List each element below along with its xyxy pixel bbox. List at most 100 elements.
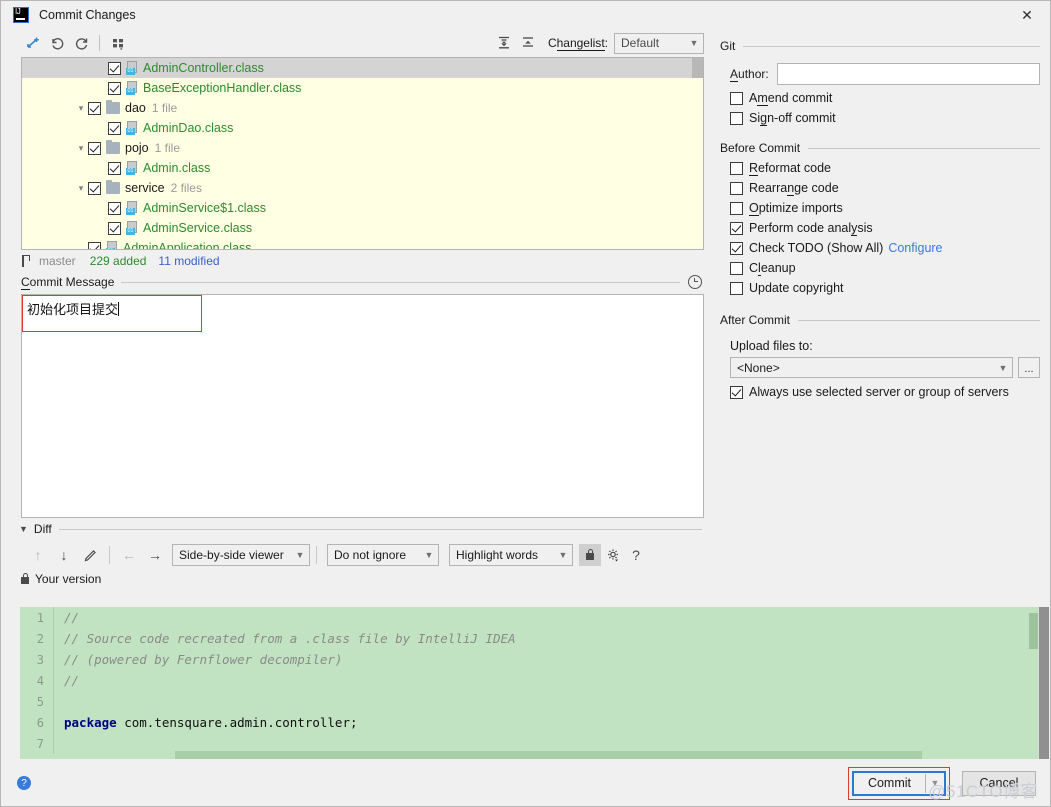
author-row: Author:: [730, 63, 1040, 85]
folder-icon: [106, 100, 120, 114]
gutter-divider: [53, 649, 54, 670]
gear-icon[interactable]: [601, 544, 625, 566]
tree-row-checkbox[interactable]: [108, 61, 121, 75]
git-group-title: Git: [720, 39, 736, 53]
arrow-right-icon[interactable]: →: [142, 544, 168, 566]
tree-row-checkbox[interactable]: [108, 201, 121, 215]
tree-row-checkbox[interactable]: [88, 241, 101, 249]
before-commit-title: Before Commit: [720, 141, 801, 155]
tree-row[interactable]: 01 AdminController.class: [22, 58, 692, 78]
amend-commit-checkbox[interactable]: Amend commit: [730, 91, 1040, 106]
upload-target-row: <None> ▼ ...: [730, 357, 1040, 378]
check-todo-checkbox[interactable]: Check TODO (Show All) Configure: [730, 241, 1040, 255]
commit-message-header: Commit Message: [1, 272, 712, 292]
tree-scrollbar-thumb[interactable]: [692, 58, 703, 78]
expand-all-icon[interactable]: [492, 32, 516, 54]
viewer-mode-select[interactable]: Side-by-side viewer ▼: [172, 544, 310, 566]
close-icon[interactable]: ✕: [1004, 1, 1050, 29]
check-todo-configure-link[interactable]: Configure: [888, 241, 942, 255]
sign-off-commit-checkbox[interactable]: Sign-off commit: [730, 111, 1040, 126]
class-file-icon: 01: [126, 81, 139, 95]
arrow-left-icon[interactable]: ←: [116, 544, 142, 566]
tree-row[interactable]: ▾ service 2 files: [22, 178, 692, 198]
refresh-icon[interactable]: [69, 32, 93, 54]
commit-message-value: 初始化项目提交: [27, 303, 119, 318]
rearrange-code-checkbox[interactable]: Rearrange code: [730, 181, 1040, 196]
ignore-mode-select[interactable]: Do not ignore ▼: [327, 544, 439, 566]
chevron-down-icon[interactable]: ▾: [74, 103, 88, 114]
line-number: 2: [36, 631, 44, 646]
arrow-down-icon[interactable]: ↓: [51, 544, 77, 566]
tree-row-checkbox[interactable]: [108, 221, 121, 235]
revert-smart-icon[interactable]: [21, 32, 45, 54]
dialog-vertical-scrollbar[interactable]: [1038, 607, 1049, 759]
tree-row-checkbox[interactable]: [88, 181, 101, 195]
checkbox-box: [730, 261, 743, 275]
group-by-icon[interactable]: [106, 32, 130, 54]
pencil-icon[interactable]: [77, 544, 103, 566]
chevron-down-icon[interactable]: ▼: [926, 778, 944, 788]
reformat-code-checkbox[interactable]: Reformat code: [730, 161, 1040, 176]
lock-icon[interactable]: [579, 544, 601, 566]
checkbox-box: [730, 161, 743, 175]
history-clock-icon[interactable]: [688, 275, 702, 289]
rollback-icon[interactable]: [45, 32, 69, 54]
tree-row[interactable]: 01 BaseExceptionHandler.class: [22, 78, 692, 98]
commit-message-input[interactable]: 初始化项目提交: [21, 294, 704, 518]
commit-button[interactable]: Commit ▼: [851, 770, 946, 796]
tree-row-checkbox[interactable]: [88, 101, 101, 115]
line-number: 1: [36, 610, 44, 625]
divider: [58, 528, 702, 530]
tree-row-checkbox[interactable]: [88, 141, 101, 155]
chevron-down-icon: ▼: [998, 362, 1008, 373]
help-icon[interactable]: ?: [17, 776, 31, 790]
branch-name: master: [39, 254, 76, 268]
tree-row[interactable]: ▾ dao 1 file: [22, 98, 692, 118]
chevron-down-icon[interactable]: ▾: [74, 143, 88, 154]
diff-section-header[interactable]: ▼ Diff: [1, 518, 712, 540]
optimize-imports-checkbox[interactable]: Optimize imports: [730, 201, 1040, 216]
dialog-vertical-scrollbar-thumb[interactable]: [1039, 607, 1049, 759]
tree-scrollbar[interactable]: [692, 58, 703, 249]
text-caret: [118, 302, 120, 316]
code-horizontal-scrollbar[interactable]: [53, 751, 922, 759]
always-use-server-checkbox[interactable]: Always use selected server or group of s…: [730, 385, 1040, 399]
tree-row[interactable]: 01 Admin.class: [22, 158, 692, 178]
diff-code-viewer[interactable]: 1 // 2 // Source code recreated from a .cla…: [20, 607, 1049, 759]
tree-row-checkbox[interactable]: [108, 161, 121, 175]
tree-row-count: 1 file: [151, 101, 178, 115]
viewer-mode-value: Side-by-side viewer: [179, 548, 284, 562]
code-lines: 1 // 2 // Source code recreated from a .cla…: [20, 607, 1049, 754]
author-field[interactable]: [776, 63, 1040, 85]
commit-message-value-highlight[interactable]: 初始化项目提交: [22, 295, 202, 332]
tree-row[interactable]: ▾ pojo 1 file: [22, 138, 692, 158]
update-copyright-checkbox[interactable]: Update copyright: [730, 281, 1040, 295]
highlight-mode-select[interactable]: Highlight words ▼: [449, 544, 573, 566]
perform-code-analysis-checkbox[interactable]: Perform code analysis: [730, 221, 1040, 236]
arrow-up-icon[interactable]: ↑: [25, 544, 51, 566]
tree-row-checkbox[interactable]: [108, 121, 121, 135]
triangle-down-icon[interactable]: ▼: [19, 524, 28, 534]
checkbox-box: [730, 281, 743, 295]
tree-row-checkbox[interactable]: [108, 81, 121, 95]
cleanup-checkbox[interactable]: Cleanup: [730, 261, 1040, 276]
cancel-button[interactable]: Cancel: [962, 770, 1036, 796]
upload-target-select[interactable]: <None> ▼: [730, 357, 1013, 378]
tree-row[interactable]: 01 AdminService$1.class: [22, 198, 692, 218]
folder-icon: [106, 140, 120, 154]
update-copyright-label: Update copyright: [749, 281, 844, 295]
tree-row[interactable]: 01 AdminDao.class: [22, 118, 692, 138]
gutter-divider: [53, 628, 54, 649]
question-mark-icon[interactable]: ?: [625, 544, 647, 566]
tree-row[interactable]: 01 AdminApplication.class: [22, 238, 692, 249]
changelist-select[interactable]: Default ▼: [614, 32, 704, 54]
tree-rows: 01 AdminController.class 01 BaseExceptionHa…: [22, 58, 692, 249]
optimize-imports-label: Optimize imports: [749, 201, 843, 216]
changed-files-tree[interactable]: 01 AdminController.class 01 BaseExceptionHa…: [21, 57, 704, 250]
collapse-all-icon[interactable]: [516, 32, 540, 54]
tree-row-label: AdminApplication.class: [123, 241, 252, 249]
chevron-down-icon[interactable]: ▾: [74, 183, 88, 194]
tree-row[interactable]: 01 AdminService.class: [22, 218, 692, 238]
code-horizontal-scrollbar-thumb[interactable]: [175, 751, 922, 759]
browse-button[interactable]: ...: [1018, 357, 1040, 378]
